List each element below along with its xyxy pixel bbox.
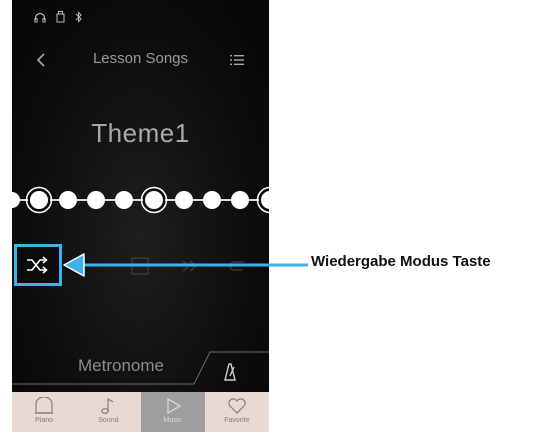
nav-tab-label: Music (163, 417, 182, 424)
progress-dot (28, 189, 50, 211)
nav-tab-music[interactable]: Music (140, 392, 205, 432)
list-button[interactable] (227, 50, 247, 70)
usb-icon (56, 11, 65, 23)
stop-button[interactable] (128, 254, 152, 278)
fast-forward-button[interactable] (178, 254, 202, 278)
list-icon (230, 55, 244, 65)
progress-dot (203, 191, 221, 209)
progress-dot (87, 191, 105, 209)
nav-tab-favorite[interactable]: Favorite (205, 392, 269, 432)
heart-icon (228, 398, 246, 414)
bluetooth-icon (75, 11, 83, 23)
progress-dot (175, 191, 193, 209)
nav-tab-piano[interactable]: Piano (12, 392, 76, 432)
repeat-icon (229, 261, 244, 271)
metronome-icon (224, 363, 236, 381)
song-title: Theme1 (91, 118, 190, 148)
piano-icon (35, 397, 54, 414)
music-note-icon (101, 397, 114, 414)
repeat-button[interactable] (226, 254, 250, 278)
progress-dot (231, 191, 249, 209)
play-icon (167, 397, 181, 415)
progress-dot (143, 189, 165, 211)
metronome-label: Metronome (78, 356, 164, 375)
metronome-bar[interactable]: Metronome (12, 348, 269, 390)
progress-dot (12, 192, 20, 208)
progress-dot (259, 189, 269, 211)
nav-tab-label: Favorite (224, 417, 250, 424)
bottom-nav: Piano Sound Music Favorite (12, 392, 269, 432)
lesson-progress-dots[interactable] (12, 184, 269, 216)
progress-dot (115, 191, 133, 209)
playback-controls (12, 240, 269, 290)
stop-icon (131, 257, 149, 275)
headphones-icon (34, 12, 46, 23)
top-nav-bar: Lesson Songs (12, 40, 269, 80)
nav-tab-label: Piano (35, 417, 54, 424)
nav-tab-sound[interactable]: Sound (76, 392, 140, 432)
nav-tab-label: Sound (98, 417, 119, 424)
shuffle-icon (27, 256, 48, 274)
status-bar (12, 0, 269, 34)
metronome-button[interactable] (216, 357, 244, 385)
callout-label: Wiedergabe Modus Taste (311, 253, 491, 270)
phone-screen: Lesson Songs Theme1 Metronome Piano Soun… (12, 0, 269, 432)
fast-forward-icon (182, 260, 198, 272)
playback-mode-button[interactable] (14, 244, 62, 286)
progress-dot (59, 191, 77, 209)
